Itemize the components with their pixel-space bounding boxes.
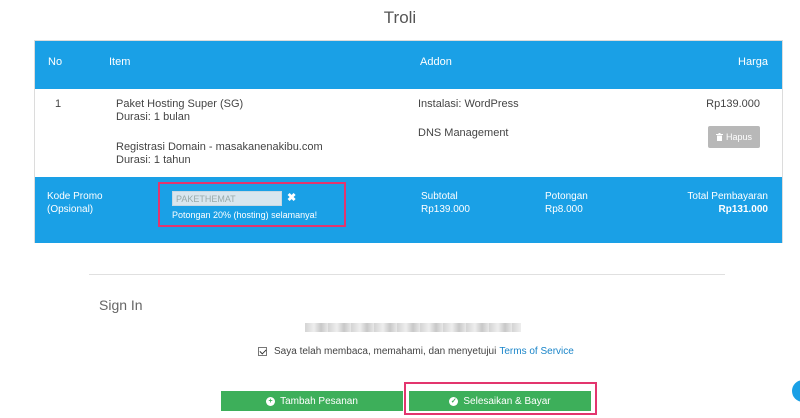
checkout-label: Selesaikan & Bayar [463,395,551,407]
addon-wordpress: Instalasi: WordPress [418,98,519,110]
tos-row: Saya telah membaca, memahami, dan menyet… [258,346,574,357]
remove-button[interactable]: Hapus [708,126,760,148]
header-no: No [48,56,63,68]
plus-circle-icon: + [266,396,276,406]
header-addon: Addon [420,56,452,68]
remove-label: Hapus [725,132,752,142]
discount-value: Rp8.000 [545,204,583,215]
page-title: Troli [383,8,417,27]
header-price: Harga [738,56,768,68]
checkout-button[interactable]: ✓ Selesaikan & Bayar [409,391,591,411]
tos-checkbox[interactable] [258,347,267,356]
subtotal-label: Subtotal [421,191,458,202]
subtotal-value: Rp139.000 [421,204,470,215]
item-price: Rp139.000 [706,98,760,110]
item-name: Paket Hosting Super (SG) [116,98,244,110]
trash-icon [715,133,723,141]
cart-header: No Item Addon Harga [35,41,782,89]
total-label: Total Pembayaran [687,191,768,202]
total-value: Rp131.000 [718,204,768,215]
close-icon[interactable]: ✖ [287,191,296,204]
add-order-label: Tambah Pesanan [280,395,358,407]
promo-label: Kode Promo [47,191,103,202]
item-duration: Durasi: 1 bulan [116,111,190,123]
promo-message: Potongan 20% (hosting) selamanya! [172,210,318,220]
add-order-button[interactable]: + Tambah Pesanan [221,391,403,411]
addon-dns: DNS Management [418,127,509,139]
tos-link[interactable]: Terms of Service [499,346,573,357]
row-number: 1 [55,98,62,110]
blurred-content [305,323,521,332]
cart-footer: Kode Promo (Opsional) ✖ Potongan 20% (ho… [35,177,782,243]
tos-text: Saya telah membaca, memahami, dan menyet… [274,346,497,357]
header-item: Item [109,56,131,68]
cart-row: 1 Paket Hosting Super (SG) Durasi: 1 bul… [35,89,782,177]
chat-widget[interactable] [792,380,800,402]
domain-name: Registrasi Domain - masakanenakibu.com [116,141,323,153]
signin-title: Sign In [99,297,143,313]
domain-duration: Durasi: 1 tahun [116,154,191,166]
discount-label: Potongan [545,191,588,202]
divider [89,274,725,275]
check-circle-icon: ✓ [449,396,459,406]
promo-code-input[interactable] [172,191,282,206]
cart-table: No Item Addon Harga 1 Paket Hosting Supe… [34,40,783,243]
promo-optional-label: (Opsional) [47,204,94,215]
